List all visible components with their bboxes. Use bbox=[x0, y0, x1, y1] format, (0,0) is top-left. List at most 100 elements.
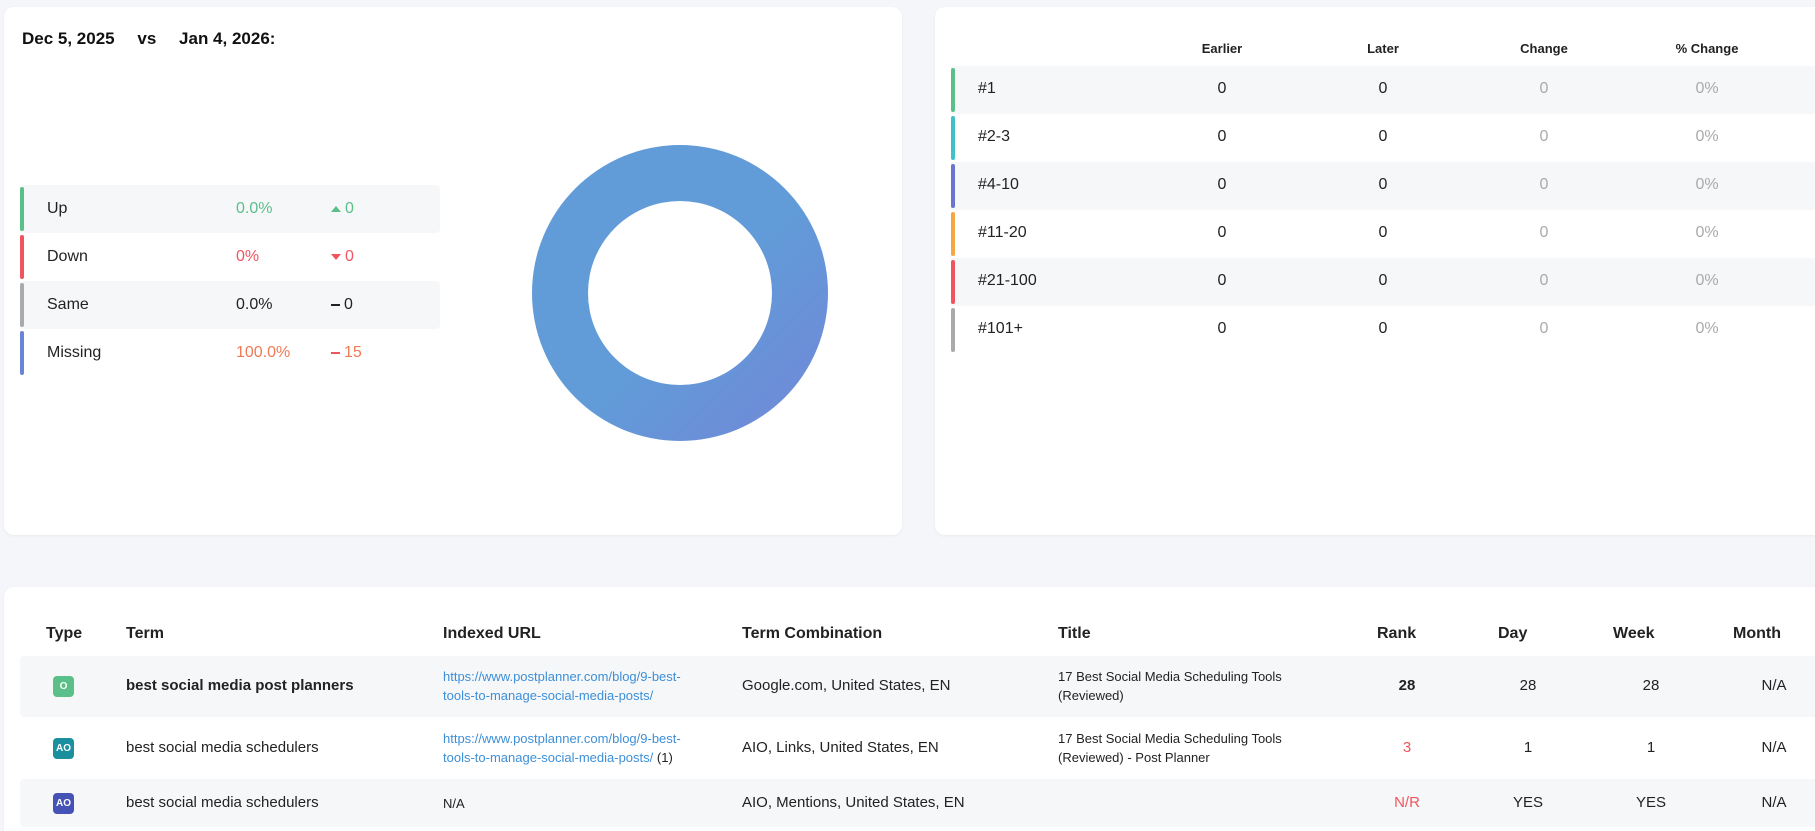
later-value: 0 bbox=[1378, 80, 1388, 97]
legend-color-bar bbox=[20, 187, 24, 231]
legend-delta-value: 0 bbox=[344, 296, 353, 313]
term-cell[interactable]: best social media schedulers bbox=[126, 794, 319, 811]
rank-color-bar bbox=[951, 308, 955, 352]
date-earlier: Dec 5, 2025 bbox=[22, 29, 115, 48]
ai-overview-mentions-type-icon: AO bbox=[53, 793, 74, 814]
comparison-header: Dec 5, 2025 vs Jan 4, 2026: bbox=[22, 29, 293, 49]
vs-label: vs bbox=[137, 29, 157, 48]
legend-row-down[interactable]: Down 0% 0 bbox=[20, 233, 440, 281]
triangle-down-icon bbox=[331, 254, 341, 260]
url-count: (1) bbox=[656, 750, 673, 765]
rank-cell: 3 bbox=[1402, 739, 1412, 756]
month-cell: N/A bbox=[1761, 677, 1787, 694]
col-earlier[interactable]: Earlier bbox=[1172, 41, 1272, 56]
earlier-value: 0 bbox=[1217, 320, 1227, 337]
legend-delta-value: 0 bbox=[345, 248, 354, 265]
col-week[interactable]: Week bbox=[1613, 625, 1655, 643]
table-row[interactable]: AO best social media schedulers https://… bbox=[20, 718, 1815, 779]
donut-slice-missing[interactable] bbox=[532, 145, 828, 441]
rank-bucket-row[interactable]: #2-3 0 0 0 0% bbox=[951, 114, 1815, 162]
change-value: 0 bbox=[1539, 272, 1549, 289]
rank-bucket-label: #21-100 bbox=[978, 272, 1037, 289]
rank-table-header: Earlier Later Change % Change bbox=[935, 41, 1815, 61]
rank-bucket-label: #2-3 bbox=[978, 128, 1011, 145]
legend-delta: 15 bbox=[331, 344, 362, 362]
rank-bucket-row[interactable]: #4-10 0 0 0 0% bbox=[951, 162, 1815, 210]
legend-row-up[interactable]: Up 0.0% 0 bbox=[20, 185, 440, 233]
dash-icon bbox=[331, 352, 340, 354]
week-cell: YES bbox=[1635, 794, 1666, 811]
table-row[interactable]: O best social media post planners https:… bbox=[20, 656, 1815, 717]
title-line: (Reviewed) - Post Planner bbox=[1058, 750, 1210, 765]
organic-type-icon: O bbox=[53, 676, 74, 697]
term-cell[interactable]: best social media schedulers bbox=[126, 739, 319, 756]
legend-delta-value: 0 bbox=[345, 200, 354, 217]
col-pct-change[interactable]: % Change bbox=[1657, 41, 1757, 56]
rank-cell: N/R bbox=[1394, 794, 1420, 811]
legend-color-bar bbox=[20, 283, 24, 327]
rank-bucket-row[interactable]: #1 0 0 0 0% bbox=[951, 66, 1815, 114]
rank-bucket-row[interactable]: #21-100 0 0 0 0% bbox=[951, 258, 1815, 306]
movement-donut-chart bbox=[532, 145, 828, 441]
rank-bucket-label: #101+ bbox=[978, 320, 1023, 337]
legend-row-same[interactable]: Same 0.0% 0 bbox=[20, 281, 440, 329]
legend-percent: 0% bbox=[236, 248, 260, 265]
earlier-value: 0 bbox=[1217, 224, 1227, 241]
rank-color-bar bbox=[951, 164, 955, 208]
rank-bucket-label: #11-20 bbox=[978, 224, 1027, 241]
earlier-value: 0 bbox=[1217, 128, 1227, 145]
pct-change-value: 0% bbox=[1695, 176, 1719, 193]
legend-label: Up bbox=[47, 200, 68, 217]
later-value: 0 bbox=[1378, 128, 1388, 145]
col-indexed-url[interactable]: Indexed URL bbox=[443, 625, 541, 643]
day-cell: 28 bbox=[1519, 677, 1537, 694]
change-value: 0 bbox=[1539, 320, 1549, 337]
movement-legend: Up 0.0% 0 Down 0% 0 Same 0.0% 0 Missing … bbox=[20, 185, 440, 377]
legend-percent: 0.0% bbox=[236, 296, 273, 313]
col-type[interactable]: Type bbox=[46, 625, 82, 643]
rank-bucket-row[interactable]: #11-20 0 0 0 0% bbox=[951, 210, 1815, 258]
pct-change-value: 0% bbox=[1695, 224, 1719, 241]
legend-delta: 0 bbox=[331, 296, 353, 314]
day-cell: 1 bbox=[1523, 739, 1533, 756]
pct-change-value: 0% bbox=[1695, 320, 1719, 337]
legend-delta: 0 bbox=[331, 200, 354, 218]
col-title[interactable]: Title bbox=[1058, 625, 1091, 643]
title-line: 17 Best Social Media Scheduling Tools bbox=[1058, 731, 1282, 746]
rank-distribution-card: Earlier Later Change % Change #1 0 0 0 0% #2-… bbox=[935, 7, 1815, 535]
month-cell: N/A bbox=[1761, 739, 1787, 756]
col-month[interactable]: Month bbox=[1733, 625, 1781, 643]
col-rank[interactable]: Rank bbox=[1377, 625, 1416, 643]
rank-table: #1 0 0 0 0% #2-3 0 0 0 0% #4-10 0 0 0 0% #11-20 0 0 0 0% #21… bbox=[951, 66, 1815, 354]
indexed-url-link[interactable]: https://www.postplanner.com/blog/9-best-… bbox=[443, 667, 703, 705]
date-later: Jan 4, 2026: bbox=[179, 29, 276, 48]
change-value: 0 bbox=[1539, 176, 1549, 193]
legend-color-bar bbox=[20, 235, 24, 279]
table-row[interactable]: AO best social media schedulers N/A AIO,… bbox=[20, 779, 1815, 827]
rank-bucket-row[interactable]: #101+ 0 0 0 0% bbox=[951, 306, 1815, 354]
movement-summary-card: Dec 5, 2025 vs Jan 4, 2026: Up 0.0% 0 Do… bbox=[4, 7, 902, 535]
pct-change-value: 0% bbox=[1695, 80, 1719, 97]
indexed-url-cell: N/A bbox=[443, 796, 465, 811]
change-value: 0 bbox=[1539, 80, 1549, 97]
legend-delta-value: 15 bbox=[344, 344, 362, 361]
col-term-combination[interactable]: Term Combination bbox=[742, 625, 882, 643]
col-change[interactable]: Change bbox=[1494, 41, 1594, 56]
col-term[interactable]: Term bbox=[126, 625, 164, 643]
indexed-url-link[interactable]: https://www.postplanner.com/blog/9-best-… bbox=[443, 729, 723, 767]
term-cell[interactable]: best social media post planners bbox=[126, 677, 354, 694]
rank-color-bar bbox=[951, 260, 955, 304]
later-value: 0 bbox=[1378, 272, 1388, 289]
col-later[interactable]: Later bbox=[1333, 41, 1433, 56]
rank-color-bar bbox=[951, 212, 955, 256]
legend-label: Down bbox=[47, 248, 88, 265]
dash-icon bbox=[331, 304, 340, 306]
change-value: 0 bbox=[1539, 224, 1549, 241]
term-combination-cell: Google.com, United States, EN bbox=[742, 677, 951, 694]
rank-cell: 28 bbox=[1398, 677, 1416, 694]
col-day[interactable]: Day bbox=[1498, 625, 1527, 643]
legend-row-missing[interactable]: Missing 100.0% 15 bbox=[20, 329, 440, 377]
title-cell: 17 Best Social Media Scheduling Tools (R… bbox=[1058, 729, 1308, 767]
later-value: 0 bbox=[1378, 320, 1388, 337]
title-line: 17 Best Social Media Scheduling Tools bbox=[1058, 669, 1282, 684]
